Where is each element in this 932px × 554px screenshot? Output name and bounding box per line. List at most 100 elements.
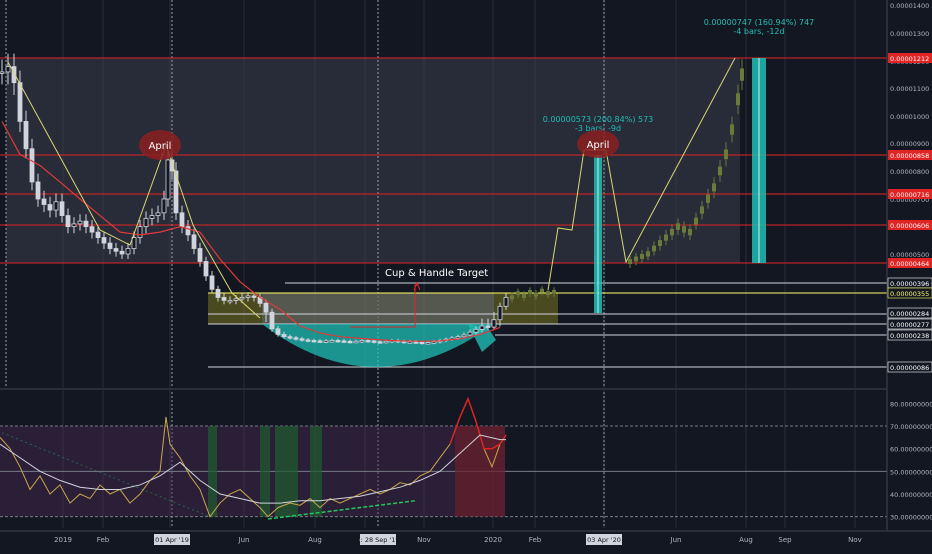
projected-body (516, 291, 520, 296)
x-axis-tick-label: Feb (97, 536, 110, 544)
candle-body (197, 248, 203, 262)
measure-2-text: 0.00000747 (160.94%) 747 (704, 18, 815, 27)
candle-body (371, 340, 377, 343)
y-axis-tick-label: 0.00001400 (890, 2, 929, 10)
candle-body (485, 325, 491, 328)
rsi-tick-label: 50.00000000 (890, 468, 932, 476)
x-axis-tick-label: Aug (739, 536, 753, 544)
cup-handle-label: Cup & Handle Target (385, 268, 488, 279)
y-axis: 0.000014000.000013000.000012000.00001100… (886, 0, 932, 550)
candle-body (491, 319, 497, 328)
price-tag-label: 0.00001212 (890, 55, 929, 63)
rsi-oversold-zone (208, 426, 217, 517)
x-axis-tick-label: Nov (417, 536, 431, 544)
price-tag-label: 0.00000464 (890, 260, 929, 268)
projected-body (740, 68, 744, 81)
candle-body (155, 212, 161, 216)
candle-body (293, 337, 299, 340)
candle-body (137, 226, 143, 238)
projected-body (646, 251, 650, 257)
y-axis-tick-label: 0.00000800 (890, 168, 929, 176)
measure-1-text: 0.00000573 (200.84%) 573 (543, 115, 654, 124)
candle-body (239, 297, 245, 300)
price-chart[interactable]: Cup & Handle Target 0.00000573 (200.84%) … (0, 0, 932, 550)
candle-body (419, 341, 425, 345)
price-tag-label: 0.00000858 (890, 152, 929, 160)
price-tag-label: 0.00000606 (890, 222, 929, 230)
candle-body (71, 223, 77, 228)
candle-body (269, 311, 275, 330)
x-axis-tick-label: Aug (308, 536, 322, 544)
april-label-right: April (587, 140, 610, 151)
candle-body (29, 148, 35, 183)
candle-body (119, 250, 125, 255)
projected-body (510, 295, 514, 300)
candle-body (233, 298, 239, 301)
candle-body (113, 248, 119, 252)
candle-body (89, 226, 95, 233)
candle-body (413, 341, 419, 344)
y-axis-tick-label: 0.00000500 (890, 251, 929, 259)
candle-body (179, 212, 185, 228)
candle-body (323, 340, 329, 343)
candle-body (281, 334, 287, 338)
candle-body (329, 340, 335, 343)
candle-body (347, 340, 353, 344)
projected-body (688, 228, 692, 236)
x-axis-highlight-label: 2: 28 Sep '19 (356, 536, 399, 544)
projected-body (664, 234, 668, 241)
y-axis-tick-label: 0.00001000 (890, 113, 929, 121)
candle-body (461, 334, 467, 338)
candle-body (65, 215, 71, 228)
price-tag-label: 0.00000277 (890, 321, 929, 329)
x-axis-tick-label: Sep (778, 536, 792, 544)
x-axis: 2019FebAprJunAugOctNov2020FebAprJunAugSe… (0, 530, 932, 550)
candle-body (479, 325, 485, 330)
candle-body (383, 340, 389, 344)
price-tag-label: 0.00000086 (890, 364, 929, 372)
price-tag-label: 0.00000396 (890, 280, 929, 288)
candle-body (101, 237, 107, 244)
candle-body (5, 66, 11, 73)
candle-body (335, 340, 341, 343)
rsi-tick-label: 80.00000000 (890, 400, 932, 408)
x-axis-tick-label: Nov (848, 536, 862, 544)
projected-body (652, 245, 656, 252)
projected-body (724, 149, 728, 160)
y-axis-tick-label: 0.00001300 (890, 30, 929, 38)
rsi-tick-label: 40.00000000 (890, 491, 932, 499)
candle-body (149, 215, 155, 219)
projected-body (540, 288, 544, 293)
projected-body (552, 290, 556, 294)
candle-body (227, 299, 233, 303)
candle-body (263, 302, 269, 313)
candle-body (245, 295, 251, 298)
y-axis-tick-label: 0.00000900 (890, 140, 929, 148)
chart-svg[interactable]: Cup & Handle Target 0.00000573 (200.84%) … (0, 0, 932, 550)
candle-body (221, 297, 227, 301)
candle-body (311, 340, 317, 343)
x-axis-highlight-label: 03 Apr '20 (587, 536, 621, 544)
rsi-overbought-zone (455, 426, 505, 517)
candle-body (287, 336, 293, 339)
measure-2-bars: -4 bars, -12d (733, 27, 784, 36)
candle-body (365, 340, 371, 343)
x-axis-tick-label: Jun (670, 536, 682, 544)
projected-body (546, 291, 550, 296)
projected-body (522, 293, 526, 298)
price-tag-label: 0.00000238 (890, 332, 929, 340)
range-box (6, 58, 740, 263)
rsi-tick-label: 30.00000000 (890, 514, 932, 522)
candle-body (77, 220, 83, 225)
candle-body (83, 220, 89, 228)
x-axis-highlight-label: 01 Apr '19 (155, 536, 189, 544)
candle-body (209, 275, 215, 290)
candle-body (0, 71, 5, 74)
projected-body (628, 259, 632, 264)
candle-body (503, 297, 509, 307)
candle-body (17, 82, 23, 122)
projected-body (528, 290, 532, 294)
candle-body (305, 339, 311, 342)
candle-body (497, 305, 503, 321)
candle-body (165, 159, 171, 200)
